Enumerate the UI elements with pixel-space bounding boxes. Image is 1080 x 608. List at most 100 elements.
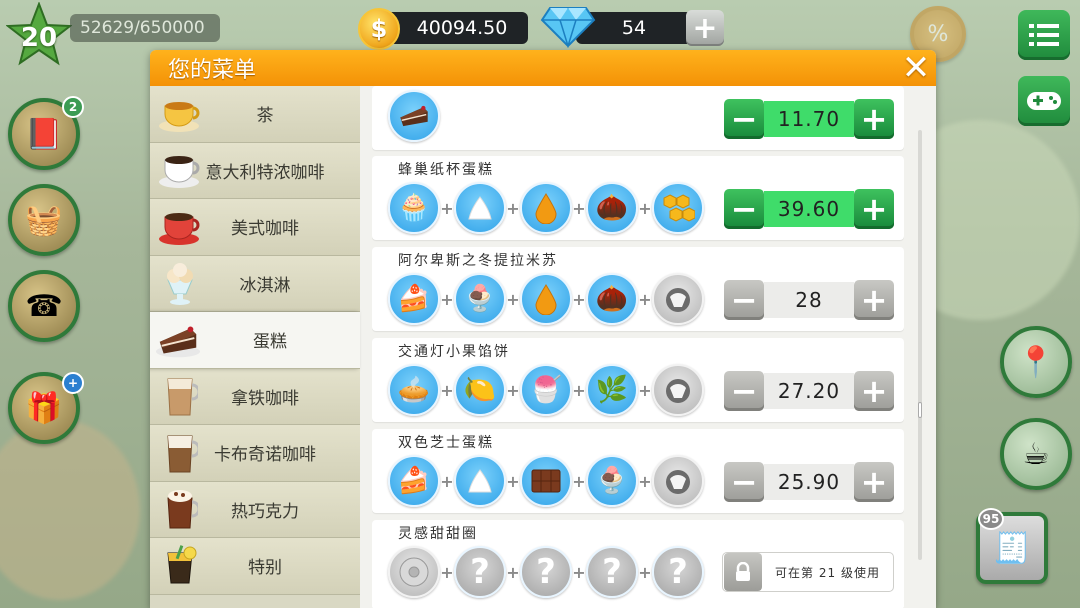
price-control: − 25.90 + [724, 461, 894, 503]
background-decor [0, 420, 140, 600]
category-special[interactable]: 特别 [150, 538, 360, 595]
menu-dialog: 您的菜单 ✕ 茶 意大利特浓咖啡 美式咖啡 冰淇淋 蛋糕 拿铁咖啡 卡布奇诺咖啡… [150, 50, 936, 608]
recipe-row-locked: 灵感甜甜圈 + ? + ? + ? + ? 可在第 21 级使用 [372, 520, 904, 608]
recipe-book-badge: 2 [62, 96, 84, 118]
strawberry-ice-cream-icon: 🍧 [520, 364, 572, 416]
hazelnut-icon: 🌰 [586, 273, 638, 325]
recipe-title: 阿尔卑斯之冬提拉米苏 [398, 253, 558, 269]
ice-cream-icon [156, 259, 204, 307]
category-americano[interactable]: 美式咖啡 [150, 199, 360, 256]
category-cake[interactable]: 蛋糕 [150, 312, 360, 369]
unknown-ingredient-icon: ? [586, 546, 638, 598]
syrup-drop-icon [520, 182, 572, 234]
donut-icon [388, 546, 440, 598]
recipe-row: 交通灯小果馅饼 🥧 + 🍋 + 🍧 + 🌿 + − 27.20 + [372, 338, 904, 422]
increase-price-button[interactable]: + [854, 462, 894, 502]
sack-icon: 🧺 [25, 202, 63, 238]
map-button[interactable]: 📍 [1000, 326, 1072, 398]
fruit-tart-icon: 🥧 [388, 364, 440, 416]
coconut-icon [652, 364, 704, 416]
scrollbar-track[interactable] [918, 130, 922, 560]
coconut-icon [652, 273, 704, 325]
games-button[interactable] [1018, 76, 1070, 126]
category-hot-chocolate[interactable]: 热巧克力 [150, 481, 360, 538]
price-value: 11.70 [764, 101, 854, 137]
gift-badge: + [62, 372, 84, 394]
level-badge[interactable]: 20 [6, 2, 72, 68]
chocolate-ice-cream-icon: 🍨 [586, 455, 638, 507]
scrollbar-thumb[interactable] [918, 402, 922, 418]
decrease-price-button[interactable]: − [724, 462, 764, 502]
buy-gems-button[interactable]: + [686, 10, 724, 46]
coconut-icon [652, 455, 704, 507]
xp-progress: 52629/650000 [70, 14, 220, 42]
cake-slice-icon [388, 90, 440, 142]
book-icon: 📕 [25, 116, 63, 152]
recipe-title: 灵感甜甜圈 [398, 526, 478, 542]
recipe-row: 蜂巢纸杯蛋糕 🧁 + + + 🌰 + − 39.60 + [372, 156, 904, 240]
unlock-level-notice: 可在第 21 级使用 [722, 552, 894, 592]
recipe-title: 蜂巢纸杯蛋糕 [398, 162, 494, 178]
price-control: − 39.60 + [724, 188, 894, 230]
price-value: 27.20 [764, 373, 854, 409]
price-control: − 11.70 + [724, 98, 894, 140]
decrease-price-button[interactable]: − [724, 280, 764, 320]
ice-cream-icon: 🍨 [454, 273, 506, 325]
cash-register-icon: 🧾 [993, 530, 1031, 566]
increase-price-button[interactable]: + [854, 371, 894, 411]
category-cappuccino[interactable]: 卡布奇诺咖啡 [150, 425, 360, 482]
americano-cup-icon [156, 203, 204, 251]
decrease-price-button[interactable]: − [724, 99, 764, 139]
recipe-row: 阿尔卑斯之冬提拉米苏 🍰 + 🍨 + + 🌰 + − 28 + [372, 247, 904, 331]
recipe-list[interactable]: − 11.70 + 蜂巢纸杯蛋糕 🧁+ + + 🌰+ − 39.60 + 阿 [372, 86, 904, 608]
category-ice-cream[interactable]: 冰淇淋 [150, 255, 360, 312]
layer-cake-icon: 🍰 [388, 273, 440, 325]
decrease-price-button[interactable]: − [724, 189, 764, 229]
increase-price-button[interactable]: + [854, 189, 894, 229]
espresso-cup-icon [156, 146, 204, 194]
lock-icon [724, 553, 762, 591]
whipped-cream-icon [454, 455, 506, 507]
chocolate-bar-icon [520, 455, 572, 507]
close-button[interactable]: ✕ [900, 51, 932, 85]
coin-icon: $ [358, 8, 400, 50]
increase-price-button[interactable]: + [854, 99, 894, 139]
latte-glass-icon [156, 372, 204, 420]
ingredient-list: + ? + ? + ? + ? [388, 546, 704, 598]
percent-icon: % [927, 21, 949, 47]
ingredient-list: 🍰 + 🍨 + + 🌰 + [388, 273, 704, 325]
ingredient-list [388, 90, 440, 142]
price-value: 28 [764, 282, 854, 318]
coffee-cup-icon: ☕ [1022, 436, 1050, 472]
special-drink-icon [156, 542, 204, 590]
recipe-row: − 11.70 + [372, 86, 904, 150]
category-latte[interactable]: 拿铁咖啡 [150, 368, 360, 425]
gamepad-icon [1027, 92, 1061, 110]
unknown-ingredient-icon: ? [652, 546, 704, 598]
ingredient-list: 🧁 + + + 🌰 + [388, 182, 704, 234]
category-tea[interactable]: 茶 [150, 86, 360, 143]
unknown-ingredient-icon: ? [454, 546, 506, 598]
increase-price-button[interactable]: + [854, 280, 894, 320]
coffee-shop-button[interactable]: ☕ [1000, 418, 1072, 490]
menu-list-button[interactable] [1018, 10, 1070, 60]
whipped-cream-icon [454, 182, 506, 234]
register-badge: 95 [978, 508, 1004, 530]
dialog-title: 您的菜单 [168, 58, 257, 83]
category-sidebar: 茶 意大利特浓咖啡 美式咖啡 冰淇淋 蛋糕 拿铁咖啡 卡布奇诺咖啡 热巧克力 特… [150, 86, 360, 608]
dialog-header: 您的菜单 [150, 50, 936, 86]
diamond-icon [540, 7, 596, 48]
phone-button[interactable]: ☎ [8, 270, 80, 342]
phone-icon: ☎ [25, 288, 63, 324]
honeycomb-icon [652, 182, 704, 234]
tea-cup-icon [156, 90, 204, 138]
decrease-price-button[interactable]: − [724, 371, 764, 411]
map-pin-icon: 📍 [1017, 344, 1055, 380]
price-value: 39.60 [764, 191, 854, 227]
unlock-level-text: 可在第 21 级使用 [775, 565, 880, 580]
gift-icon: 🎁 [25, 390, 63, 426]
lemon-slice-icon: 🍋 [454, 364, 506, 416]
ingredients-button[interactable]: 🧺 [8, 184, 80, 256]
mint-leaf-icon: 🌿 [586, 364, 638, 416]
category-espresso[interactable]: 意大利特浓咖啡 [150, 142, 360, 199]
